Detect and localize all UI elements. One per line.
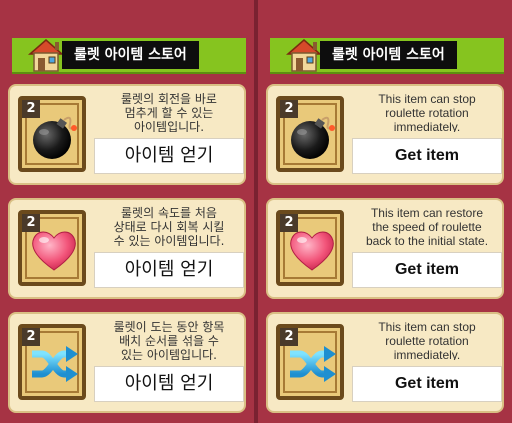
get-item-button[interactable]: 아이템 얻기 xyxy=(94,252,244,288)
item-card-heart: 2 This item can restore the speed of rou… xyxy=(266,198,504,299)
get-item-button[interactable]: 아이템 얻기 xyxy=(94,366,244,402)
item-card-heart: 2 룰렛의 속도를 처음 상태로 다시 회복 시킬 수 있는 아이템입니다. 아… xyxy=(8,198,246,299)
get-item-button[interactable]: 아이템 얻기 xyxy=(94,138,244,174)
item-description: 룰렛의 회전을 바로 멈추게 할 수 있는 아이템입니다. xyxy=(121,92,217,132)
item-frame: 2 xyxy=(276,96,344,172)
get-item-button[interactable]: Get item xyxy=(352,252,502,288)
store-title: 룰렛 아이템 스토어 xyxy=(320,41,457,69)
get-item-button[interactable]: Get item xyxy=(352,366,502,402)
item-frame: 2 xyxy=(18,210,86,286)
get-item-button[interactable]: Get item xyxy=(352,138,502,174)
item-card-shuffle: 2 룰렛이 도는 동안 항목 배치 순서를 섞을 수 있는 아이템입니다. 아이… xyxy=(8,312,246,413)
item-count-badge: 2 xyxy=(280,328,298,346)
item-frame: 2 xyxy=(276,210,344,286)
item-frame: 2 xyxy=(18,96,86,172)
item-count-badge: 2 xyxy=(280,214,298,232)
item-count-badge: 2 xyxy=(22,100,40,118)
item-card-shuffle: 2 This item can stop roulette rotation i… xyxy=(266,312,504,413)
item-description: This item can stop roulette rotation imm… xyxy=(378,320,476,360)
home-icon[interactable] xyxy=(26,36,66,74)
item-count-badge: 2 xyxy=(280,100,298,118)
store-title: 룰렛 아이템 스토어 xyxy=(62,41,199,69)
store-panel-english: 룰렛 아이템 스토어 2 This item can stop roulette… xyxy=(258,0,512,423)
item-frame: 2 xyxy=(18,324,86,400)
store-header: 룰렛 아이템 스토어 xyxy=(270,38,504,74)
store-header: 룰렛 아이템 스토어 xyxy=(12,38,246,74)
store-panel-korean: 룰렛 아이템 스토어 2 룰렛의 회전을 바로 멈추게 할 수 있는 아이템입니… xyxy=(0,0,254,423)
item-frame: 2 xyxy=(276,324,344,400)
item-count-badge: 2 xyxy=(22,328,40,346)
item-card-bomb: 2 룰렛의 회전을 바로 멈추게 할 수 있는 아이템입니다. 아이템 얻기 xyxy=(8,84,246,185)
item-description: 룰렛의 속도를 처음 상태로 다시 회복 시킬 수 있는 아이템입니다. xyxy=(113,206,225,246)
item-description: This item can stop roulette rotation imm… xyxy=(378,92,476,132)
item-description: This item can restore the speed of roule… xyxy=(365,206,489,246)
item-count-badge: 2 xyxy=(22,214,40,232)
item-description: 룰렛이 도는 동안 항목 배치 순서를 섞을 수 있는 아이템입니다. xyxy=(113,320,225,360)
item-card-bomb: 2 This item can stop roulette rotation i… xyxy=(266,84,504,185)
home-icon[interactable] xyxy=(284,36,324,74)
